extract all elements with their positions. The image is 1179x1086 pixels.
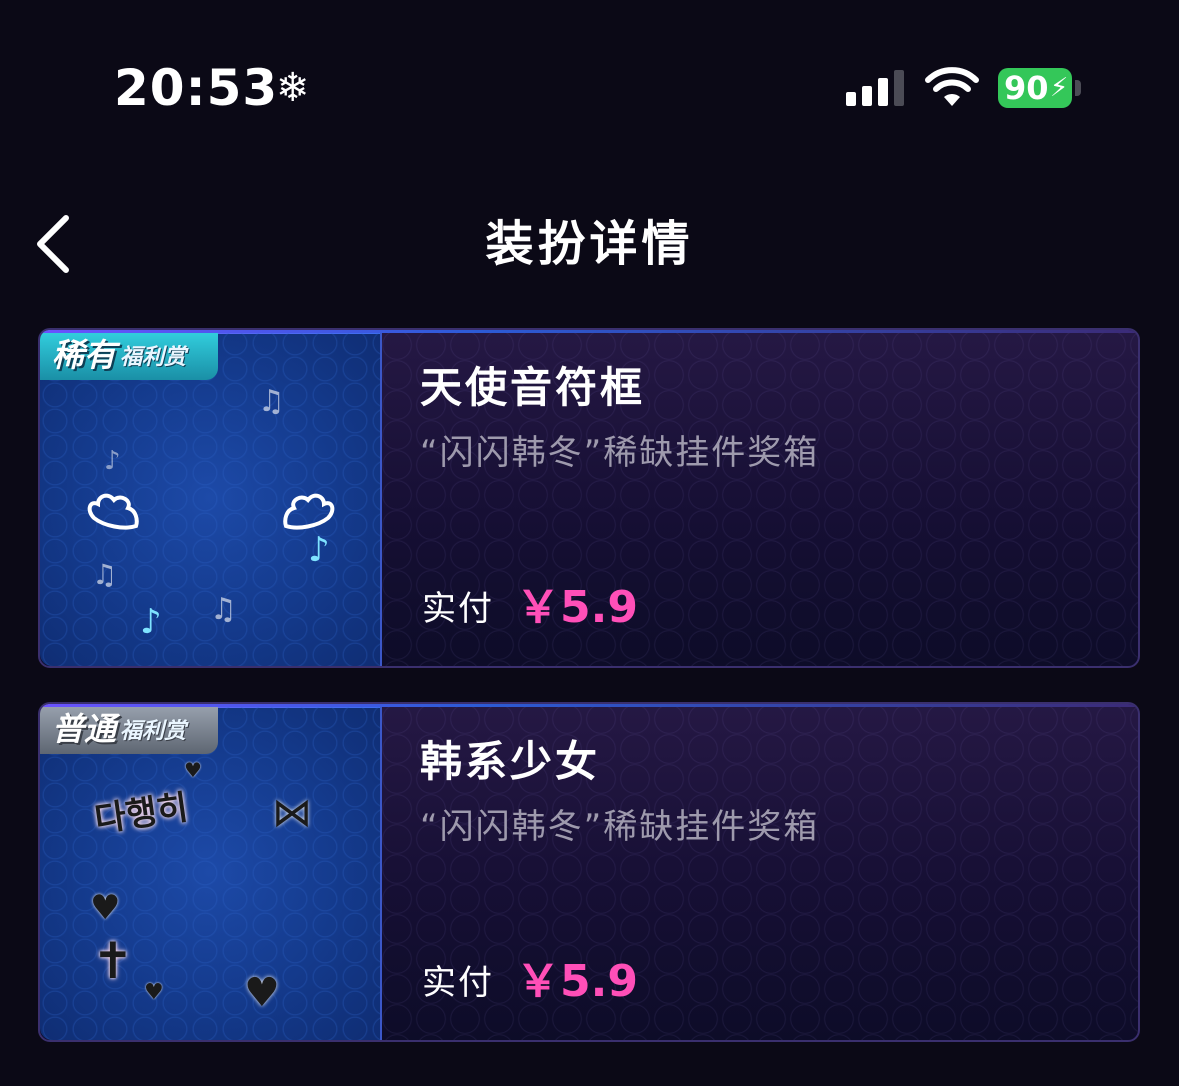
angel-wing-left-icon (87, 493, 139, 530)
rarity-badge-sub: 福利赏 (120, 719, 187, 744)
bow-icon: ⋈ (272, 790, 312, 836)
item-source: “闪闪韩冬”稀缺挂件奖箱 (420, 433, 820, 473)
wifi-icon (925, 67, 979, 106)
angel-wing-right-icon (283, 493, 335, 530)
rarity-badge: 稀有 福利赏 (40, 330, 218, 380)
heart-icon: ♥ (90, 888, 121, 928)
battery-icon: 90 ⚡ (998, 68, 1072, 108)
music-note-icon: ♪ (140, 602, 162, 642)
music-note-icon: ♫ (210, 592, 237, 627)
page-title: 装扮详情 (485, 216, 694, 272)
music-note-icon: ♫ (92, 558, 118, 591)
status-time: 20:53 (114, 59, 279, 117)
battery-level: 90 (1004, 69, 1049, 107)
battery-cap (1075, 80, 1081, 96)
item-card[interactable]: 다행히 ⋈ ♥ ♥ ♥ ♥ ✝ 普通 福利赏 韩系少女 “闪闪韩冬”稀缺挂件奖箱… (38, 702, 1140, 1042)
thumb-hex-pattern (40, 704, 380, 1040)
item-thumbnail[interactable]: ♪ ♪ ♫ ♫ ♫ ♪ (40, 330, 382, 666)
price-label: 实付 (422, 963, 494, 1003)
music-note-icon: ♫ (258, 384, 285, 419)
heart-icon: ♥ (244, 970, 280, 1016)
cross-icon: ✝ (92, 932, 134, 990)
music-note-icon: ♪ (104, 446, 121, 476)
rarity-badge: 普通 福利赏 (40, 704, 218, 754)
heart-icon: ♥ (184, 758, 202, 782)
price-label: 实付 (422, 589, 494, 629)
charging-bolt-icon: ⚡ (1050, 73, 1069, 103)
price-value: ￥5.9 (516, 956, 638, 1007)
price-value: ￥5.9 (516, 582, 638, 633)
snowflake-icon: ❄ (276, 65, 310, 111)
item-card[interactable]: ♪ ♪ ♫ ♫ ♫ ♪ 稀有 福利赏 天使音符框 “闪闪韩冬”稀缺挂件奖箱 实付… (38, 328, 1140, 668)
heart-icon: ♥ (144, 980, 164, 1005)
item-name: 天使音符框 (420, 363, 646, 412)
cellular-signal-icon (846, 70, 904, 106)
rarity-badge-main: 稀有 (52, 336, 117, 374)
item-name: 韩系少女 (420, 737, 601, 786)
item-source: “闪闪韩冬”稀缺挂件奖箱 (420, 807, 820, 847)
rarity-badge-sub: 福利赏 (120, 345, 187, 370)
music-note-icon: ♪ (308, 530, 330, 570)
item-thumbnail[interactable]: 다행히 ⋈ ♥ ♥ ♥ ♥ ✝ (40, 704, 382, 1040)
rarity-badge-main: 普通 (52, 710, 117, 748)
